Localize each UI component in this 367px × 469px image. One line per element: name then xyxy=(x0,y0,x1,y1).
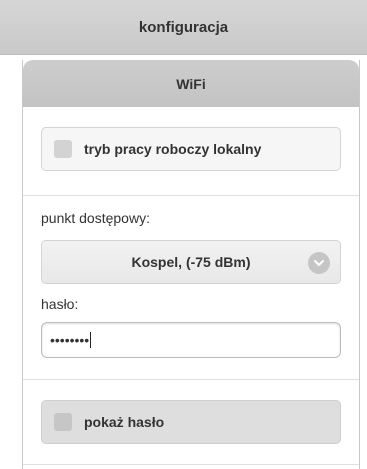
local-mode-checkbox[interactable]: tryb pracy roboczy lokalny xyxy=(41,127,341,171)
chevron-down-icon xyxy=(308,252,330,274)
wifi-panel-title: WiFi xyxy=(176,75,206,92)
password-value: •••••••• xyxy=(50,332,90,348)
local-mode-label: tryb pracy roboczy lokalny xyxy=(84,141,262,157)
checkbox-box xyxy=(54,413,72,431)
password-input[interactable]: •••••••• xyxy=(41,322,341,358)
app-header: konfiguracja xyxy=(0,0,367,55)
divider xyxy=(23,379,359,380)
divider xyxy=(23,195,359,196)
divider xyxy=(23,464,359,465)
access-point-label: punkt dostępowy: xyxy=(41,210,150,226)
show-password-checkbox[interactable]: pokaż hasło xyxy=(41,400,341,444)
access-point-selected: Kospel, (-75 dBm) xyxy=(131,254,251,270)
show-password-label: pokaż hasło xyxy=(84,414,165,430)
checkbox-box xyxy=(54,140,72,158)
password-label: hasło: xyxy=(41,296,79,312)
wifi-panel: WiFi tryb pracy roboczy lokalny punkt do… xyxy=(22,60,360,469)
access-point-select[interactable]: Kospel, (-75 dBm) xyxy=(41,240,341,284)
page-title: konfiguracja xyxy=(138,18,229,36)
wifi-panel-header[interactable]: WiFi xyxy=(23,60,359,107)
text-caret xyxy=(90,332,92,348)
